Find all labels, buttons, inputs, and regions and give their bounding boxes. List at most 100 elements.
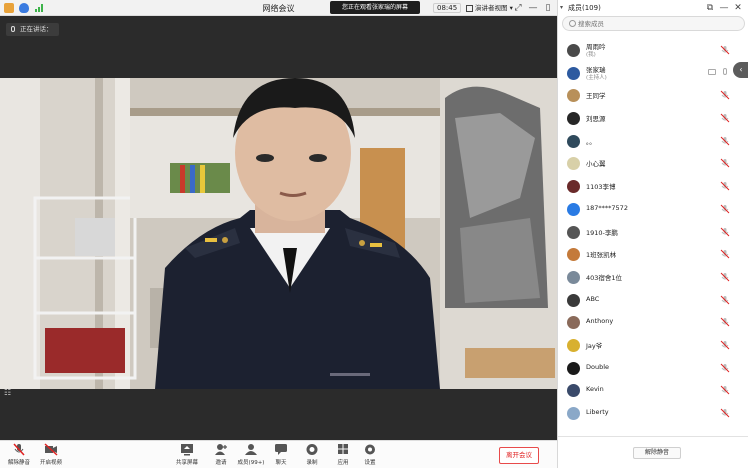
invite-icon xyxy=(215,444,227,455)
member-row[interactable]: 1班张凯林 xyxy=(558,244,748,267)
mic-muted-icon xyxy=(720,45,730,55)
invite-button[interactable]: 邀请 xyxy=(204,443,238,467)
microphone-icon xyxy=(723,67,727,75)
mic-muted-icon xyxy=(720,227,730,236)
member-name: 1班张凯林 xyxy=(586,251,617,260)
mic-muted-icon xyxy=(720,91,730,100)
member-row[interactable]: Jay爷 xyxy=(558,335,748,358)
mic-muted-icon xyxy=(720,295,730,304)
video-stage: 正在讲话： ☷ xyxy=(0,16,557,440)
mic-muted-icon xyxy=(720,385,730,395)
avatar xyxy=(567,112,580,126)
close-icon[interactable]: ✕ xyxy=(732,2,744,14)
member-name: ABC xyxy=(586,294,600,303)
minimize-panel-icon[interactable]: — xyxy=(718,2,730,14)
avatar xyxy=(567,180,580,194)
avatar xyxy=(567,134,580,148)
mic-muted-icon xyxy=(720,249,730,259)
member-name: 1103李博 xyxy=(586,183,616,192)
avatar xyxy=(567,407,580,420)
member-name: 1910-李鹏 xyxy=(586,228,618,237)
avatar xyxy=(567,270,580,284)
member-row[interactable]: 周雨吟 (我) xyxy=(558,40,748,63)
members-icon xyxy=(245,444,257,455)
record-icon xyxy=(306,444,318,455)
title-bar: 网络会议 您正在观看张家瑞的屏幕 08:45 演讲者视图 ▾ ⤢ — ▯ xyxy=(0,0,557,16)
members-panel-header: ▾ 成员(109) ⧉ — ✕ xyxy=(558,0,748,16)
share-screen-label: 共享屏幕 xyxy=(175,460,198,466)
record-button[interactable]: 录制 xyxy=(295,443,329,467)
camera-off-icon xyxy=(44,443,58,456)
record-label: 录制 xyxy=(306,460,318,466)
avatar xyxy=(567,248,580,262)
panel-toggle-icon[interactable]: ▯ xyxy=(542,2,554,14)
member-name: Jay爷 xyxy=(586,341,603,350)
member-row[interactable]: 1103李博 xyxy=(558,176,748,199)
member-row[interactable]: 。。 xyxy=(558,131,748,154)
mute-all-button[interactable]: 解除静音 xyxy=(633,447,681,459)
settings-icon xyxy=(365,444,375,455)
mic-muted-icon xyxy=(720,159,730,168)
invite-label: 邀请 xyxy=(215,460,227,466)
members-panel-footer: 解除静音 xyxy=(558,436,748,468)
unmute-button[interactable]: 解除静音 xyxy=(2,443,36,467)
minimize-icon[interactable]: — xyxy=(527,2,539,14)
member-row[interactable]: Anthony xyxy=(558,312,748,335)
view-mode-button[interactable]: 演讲者视图 ▾ xyxy=(466,2,513,14)
member-name: 。。 xyxy=(586,137,596,146)
member-search-input[interactable] xyxy=(578,18,738,29)
member-name: 王同学 xyxy=(586,92,606,101)
member-row[interactable]: 小心翼 xyxy=(558,153,748,176)
popout-icon[interactable]: ⧉ xyxy=(704,2,716,14)
member-row[interactable]: Liberty xyxy=(558,403,748,426)
member-row[interactable]: 1910-李鹏 xyxy=(558,222,748,245)
screen-share-banner[interactable]: 您正在观看张家瑞的屏幕 xyxy=(330,1,420,14)
start-video-label: 开启视频 xyxy=(39,460,62,466)
member-search[interactable] xyxy=(562,16,745,31)
avatar xyxy=(567,361,580,375)
settings-button[interactable]: 设置 xyxy=(353,443,387,467)
members-panel: ▾ 成员(109) ⧉ — ✕ 周雨吟(我)张家瑞(主持人) 王同学刘思源。。小心… xyxy=(557,0,748,468)
video-feed[interactable] xyxy=(0,78,557,389)
speaking-label: 正在讲话： xyxy=(20,25,53,33)
layout-icon[interactable]: ☷ xyxy=(4,388,16,398)
member-name: Double xyxy=(586,362,610,371)
member-row[interactable]: ABC xyxy=(558,290,748,313)
members-dropdown-icon[interactable]: ▾ xyxy=(560,4,563,11)
member-row[interactable]: 王同学 xyxy=(558,85,748,108)
chat-button[interactable]: 聊天 xyxy=(264,443,298,467)
chat-label: 聊天 xyxy=(275,460,287,466)
member-name: Kevin xyxy=(586,385,604,394)
camera-icon xyxy=(708,68,716,75)
member-row[interactable]: 张家瑞 (主持人) xyxy=(558,63,748,86)
member-row[interactable]: Double xyxy=(558,358,748,381)
start-video-button[interactable]: 开启视频 xyxy=(34,443,68,467)
members-button[interactable]: 成员(99+) xyxy=(234,443,268,467)
avatar xyxy=(567,293,580,307)
fullscreen-icon[interactable]: ⤢ xyxy=(512,2,524,14)
mic-muted-icon xyxy=(720,272,730,282)
member-row[interactable]: Kevin xyxy=(558,380,748,403)
leave-meeting-button[interactable]: 离开会议 xyxy=(499,447,539,464)
member-list: 周雨吟 (我) 张家瑞 (主持人) 王同学刘思源。。小心翼 1103李博 187****75… xyxy=(558,40,748,426)
meeting-clock: 08:45 xyxy=(433,3,462,13)
unmute-label: 解除静音 xyxy=(7,460,30,466)
avatar xyxy=(567,157,580,171)
view-mode-label: 演讲者视图 xyxy=(475,4,508,12)
mic-muted-icon xyxy=(720,204,730,214)
member-name: 187****7572 xyxy=(586,203,628,212)
avatar xyxy=(567,66,580,80)
search-icon xyxy=(569,20,576,27)
member-row[interactable]: 刘思源 xyxy=(558,108,748,131)
member-row[interactable]: 187****7572 xyxy=(558,199,748,222)
share-screen-button[interactable]: 共享屏幕 xyxy=(170,443,204,467)
share-screen-icon xyxy=(181,444,193,456)
mic-muted-icon xyxy=(720,113,730,123)
avatar xyxy=(567,316,580,330)
avatar xyxy=(567,338,580,352)
mic-muted-icon xyxy=(720,317,730,327)
member-name: 403宿舍1位 xyxy=(586,273,623,282)
member-role: (主持人) xyxy=(586,74,607,81)
member-row[interactable]: 403宿舍1位 xyxy=(558,267,748,290)
collapse-panel-icon[interactable]: ‹ xyxy=(733,62,748,78)
